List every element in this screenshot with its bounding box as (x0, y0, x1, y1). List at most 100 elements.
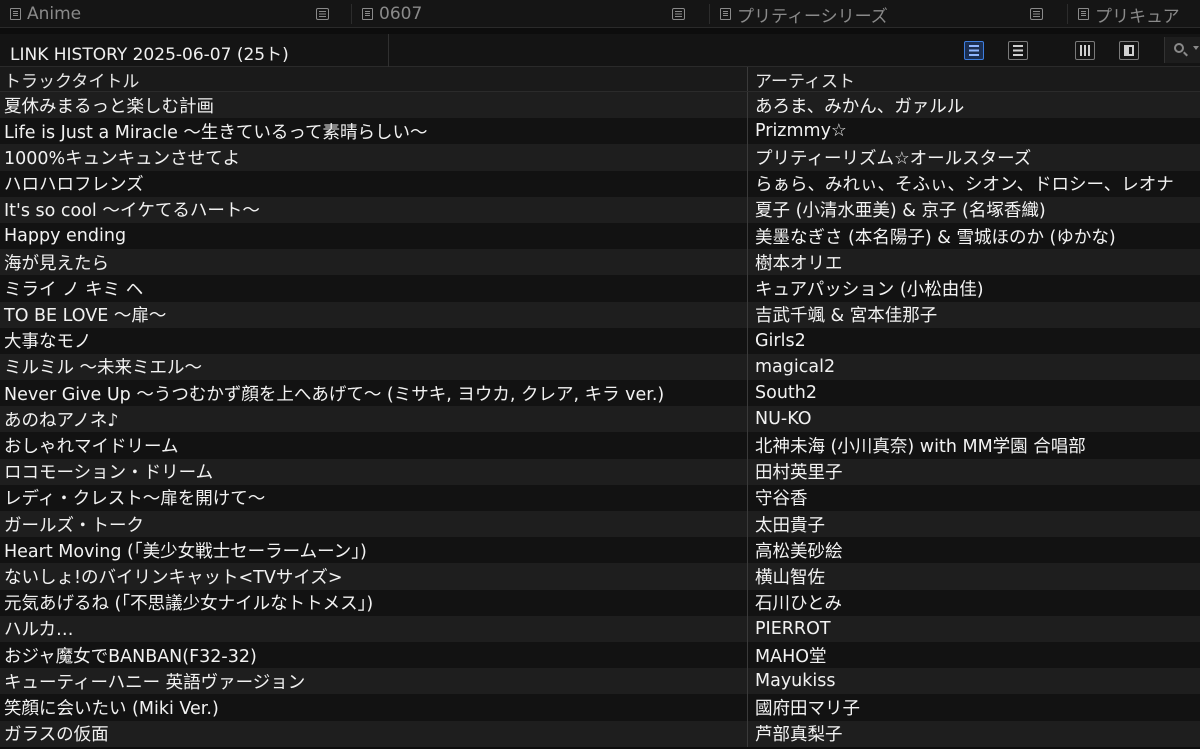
artist-cell: Girls2 (755, 330, 806, 351)
table-row[interactable]: おジャ魔女でBANBAN(F32-32) MAHO堂 (0, 641, 1200, 669)
track-title-cell: ガラスの仮面 (0, 720, 748, 747)
table-row[interactable]: キューティーハニー 英語ヴァージョン Mayukiss (0, 668, 1200, 695)
artist-cell: Mayukiss (755, 671, 836, 692)
artist-cell: 石川ひとみ (755, 594, 842, 615)
table-row[interactable]: Happy ending 美墨なぎさ (本名陽子) & 雪城ほのか (ゆかな) (0, 222, 1200, 250)
tab-label: プリティーシリーズ (737, 6, 888, 27)
table-row[interactable]: あのねアノネ♪ NU-KO (0, 406, 1200, 433)
table-row[interactable]: 元気あげるね (「不思議少女ナイルなトトメス」) 石川ひとみ (0, 589, 1200, 616)
artist-cell: Prizmmy☆ (755, 121, 847, 142)
track-title-cell: あのねアノネ♪ (0, 406, 748, 433)
track-title-cell: 元気あげるね (「不思議少女ナイルなトトメス」) (0, 589, 748, 616)
table-row[interactable]: 夏休みまるっと楽しむ計画 あろま、みかん、ガァルル (0, 92, 1200, 119)
track-title-cell: Never Give Up 〜うつむかず顔を上へあげて〜 (ミサキ, ヨウカ, … (0, 380, 748, 407)
tab-precure[interactable]: プリキュア (1068, 0, 1200, 28)
playlist-tab-bar: Anime 0607 プリティーシリーズ プリキュア (0, 0, 1200, 28)
track-title-cell: おジャ魔女でBANBAN(F32-32) (0, 641, 748, 669)
track-title-cell: キューティーハニー 英語ヴァージョン (0, 668, 748, 695)
track-title-cell: 笑顔に会いたい (Miki Ver.) (0, 694, 748, 721)
track-title-cell: レディ・クレスト〜扉を開けて〜 (0, 484, 748, 511)
artist-cell: 太田貴子 (755, 515, 825, 536)
playlist-icon (720, 8, 731, 20)
track-title-cell: おしゃれマイドリーム (0, 432, 748, 459)
table-row[interactable]: 大事なモノ Girls2 (0, 327, 1200, 354)
artist-cell: 高松美砂絵 (755, 541, 843, 562)
track-title-cell: It's so cool 〜イケてるハート〜 (0, 196, 748, 223)
track-title-cell: 夏休みまるっと楽しむ計画 (0, 92, 748, 119)
table-row[interactable]: 海が見えたら 樹本オリエ (0, 249, 1200, 276)
track-title-cell: ハルカ… (0, 615, 748, 642)
artist-cell: キュアパッション (小松由佳) (755, 279, 984, 300)
artist-cell: 守谷香 (755, 489, 808, 510)
table-row[interactable]: 笑顔に会いたい (Miki Ver.) 國府田マリ子 (0, 694, 1200, 721)
playlist-icon (10, 8, 21, 20)
track-title-cell: ガールズ・トーク (0, 511, 748, 538)
detail-list-icon[interactable] (964, 41, 984, 60)
tab-menu-icon[interactable] (316, 8, 329, 20)
table-row[interactable]: It's so cool 〜イケてるハート〜 夏子 (小清水亜美) & 京子 (名… (0, 196, 1200, 223)
table-row[interactable]: ロコモーション・ドリーム 田村英里子 (0, 458, 1200, 485)
playlist-header: LINK HISTORY 2025-06-07 (25ト) (0, 34, 1200, 67)
header-divider (388, 34, 389, 67)
artist-cell: 美墨なぎさ (本名陽子) & 雪城ほのか (ゆかな) (755, 227, 1116, 248)
artist-cell: South2 (755, 383, 817, 404)
tab-pretty-series[interactable]: プリティーシリーズ (710, 0, 1068, 28)
table-header: トラックタイトル アーティスト (0, 67, 1200, 92)
tab-anime[interactable]: Anime (0, 0, 352, 28)
artist-cell: 國府田マリ子 (755, 698, 860, 719)
chevron-down-icon[interactable] (1193, 46, 1199, 50)
track-title-cell: ミライ ノ キミ ヘ (0, 275, 748, 302)
table-row[interactable]: ミライ ノ キミ ヘキュアパッション (小松由佳) (0, 275, 1200, 302)
table-row[interactable]: レディ・クレスト〜扉を開けて〜 守谷香 (0, 484, 1200, 511)
table-row[interactable]: おしゃれマイドリーム 北神未海 (小川真奈) with MM学園 合唱部 (0, 432, 1200, 459)
tab-label: Anime (27, 4, 82, 24)
table-row[interactable]: Never Give Up 〜うつむかず顔を上へあげて〜 (ミサキ, ヨウカ, … (0, 380, 1200, 407)
table-row[interactable]: TO BE LOVE 〜扉〜 吉武千颯 & 宮本佳那子 (0, 301, 1200, 328)
table-row[interactable]: 1000%キュンキュンさせてよ プリティーリズム☆オールスターズ (0, 144, 1200, 171)
artist-cell: 吉武千颯 & 宮本佳那子 (755, 306, 938, 327)
tab-menu-icon[interactable] (1030, 8, 1043, 20)
columns-icon[interactable] (1075, 41, 1095, 60)
tab-label: 0607 (379, 4, 423, 24)
search-field[interactable] (1164, 37, 1200, 63)
table-row[interactable]: ガラスの仮面 芦部真梨子 (0, 720, 1200, 747)
tab-label: プリキュア (1095, 6, 1180, 27)
column-header-artist[interactable]: アーティスト (748, 67, 1200, 92)
track-title-cell: ロコモーション・ドリーム (0, 458, 748, 485)
table-row[interactable]: ハルカ… PIERROT (0, 615, 1200, 642)
artist-cell: MAHO堂 (755, 646, 827, 667)
artist-cell: 芦部真梨子 (755, 725, 843, 746)
tab-0607[interactable]: 0607 (352, 0, 710, 28)
table-row[interactable]: ハロハロフレンズ らぁら、みれぃ、そふぃ、シオン、ドロシー、レオナ (0, 170, 1200, 197)
track-title-cell: Life is Just a Miracle 〜生きているって素晴らしい〜 (0, 118, 748, 145)
artist-cell: PIERROT (755, 618, 831, 639)
artist-cell: NU-KO (755, 409, 812, 430)
table-row[interactable]: ないしょ!のバイリンキャット<TVサイズ> 横山智佐 (0, 563, 1200, 590)
artist-cell: 北神未海 (小川真奈) with MM学園 合唱部 (755, 437, 1086, 458)
track-title-cell: Heart Moving (「美少女戦士セーラームーン」) (0, 537, 748, 564)
search-icon (1174, 43, 1184, 53)
artist-cell: 夏子 (小清水亜美) & 京子 (名塚香織) (755, 201, 1046, 222)
table-row[interactable]: Life is Just a Miracle 〜生きているって素晴らしい〜 Pri… (0, 118, 1200, 145)
table-body: 夏休みまるっと楽しむ計画 あろま、みかん、ガァルル Life is Just a M… (0, 92, 1200, 747)
table-row[interactable]: Heart Moving (「美少女戦士セーラームーン」) 高松美砂絵 (0, 537, 1200, 564)
table-row[interactable]: ガールズ・トーク 太田貴子 (0, 511, 1200, 538)
track-table: トラックタイトル アーティスト 夏休みまるっと楽しむ計画 あろま、みかん、ガァルル… (0, 67, 1200, 747)
playlist-icon (362, 8, 373, 20)
track-title-cell: ないしょ!のバイリンキャット<TVサイズ> (0, 563, 748, 590)
track-title-cell: 大事なモノ (0, 327, 748, 354)
track-title-cell: TO BE LOVE 〜扉〜 (0, 301, 748, 328)
artist-cell: プリティーリズム☆オールスターズ (755, 148, 1032, 169)
artist-cell: 樹本オリエ (755, 253, 843, 274)
track-title-cell: ハロハロフレンズ (0, 170, 748, 197)
tab-menu-icon[interactable] (672, 8, 685, 20)
panel-icon[interactable] (1119, 41, 1139, 60)
playlist-icon (1078, 8, 1089, 20)
column-header-track-title[interactable]: トラックタイトル (0, 67, 748, 91)
compact-list-icon[interactable] (1008, 41, 1028, 60)
track-title-cell: ミルミル 〜未来ミエル〜 (0, 353, 748, 381)
table-row[interactable]: ミルミル 〜未来ミエル〜 magical2 (0, 353, 1200, 381)
artist-cell: magical2 (755, 356, 836, 377)
artist-cell: 田村英里子 (755, 463, 843, 484)
track-title-cell: Happy ending (0, 222, 748, 250)
